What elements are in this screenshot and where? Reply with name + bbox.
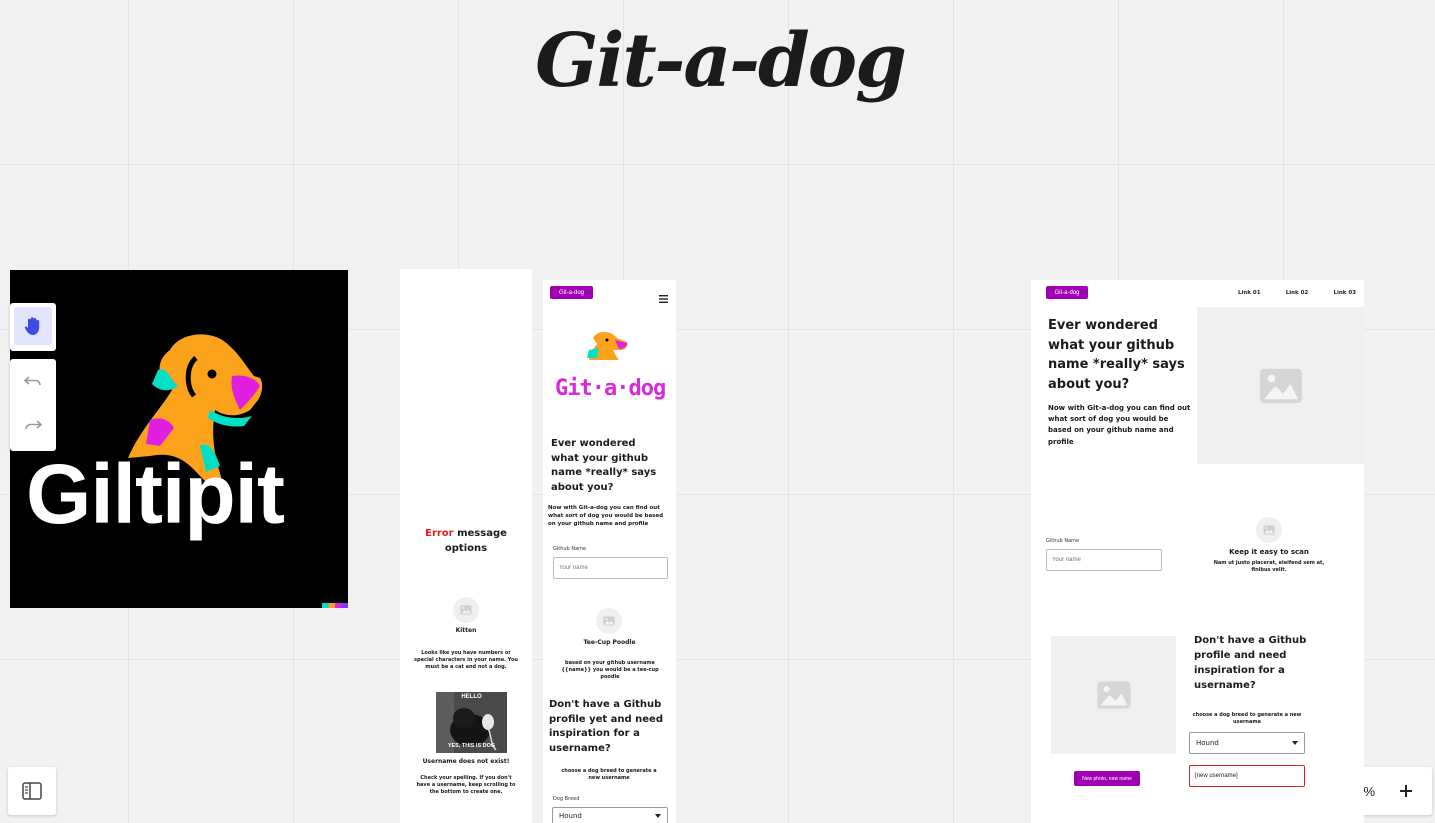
plus-icon bbox=[1400, 785, 1412, 797]
desktop-github-label: Github Name bbox=[1046, 538, 1080, 544]
history-toolbar bbox=[10, 359, 56, 451]
error-messages-frame[interactable]: Error message options Kitten Looks like … bbox=[400, 269, 532, 823]
desktop-no-profile-heading: Don't have a Github profile and need ins… bbox=[1194, 635, 1307, 691]
kitten-placeholder bbox=[453, 597, 479, 623]
board-title: Git-a-dog bbox=[535, 18, 907, 104]
desktop-breed-prompt: choose a dog breed to generate a new use… bbox=[1192, 712, 1302, 725]
image-placeholder-icon bbox=[460, 605, 472, 615]
sidebar-panel-icon bbox=[22, 782, 42, 800]
mobile-breed-select[interactable]: Hound bbox=[552, 807, 668, 823]
not-exist-title: Username does not exist! bbox=[422, 758, 510, 765]
desktop-brand-pill[interactable]: Git-a-dog bbox=[1046, 286, 1088, 299]
nav-link-01[interactable]: Link 01 bbox=[1238, 290, 1261, 296]
mobile-no-profile-heading: Don't have a Github profile yet and need… bbox=[549, 699, 663, 754]
desktop-breed-select[interactable]: Hound bbox=[1189, 732, 1305, 754]
zoom-in-button[interactable] bbox=[1388, 773, 1424, 809]
desktop-hero-heading: Ever wondered what your github name *rea… bbox=[1048, 318, 1185, 392]
hand-icon bbox=[24, 317, 40, 335]
dog-logo-graphic bbox=[128, 334, 263, 482]
chevron-down-icon bbox=[655, 814, 661, 818]
redo-icon bbox=[25, 420, 42, 430]
image-placeholder-icon bbox=[1097, 681, 1130, 709]
chevron-down-icon bbox=[1292, 741, 1298, 745]
feature-text: Nam ut justo placerat, eleifend sem at, … bbox=[1213, 560, 1325, 573]
hello-dog-photo: HELLO YES, THIS IS DOG bbox=[436, 692, 507, 753]
logo-card[interactable] bbox=[10, 270, 348, 608]
desktop-hero-image-placeholder bbox=[1197, 307, 1364, 464]
mobile-hero-subtext: Now with Git-a-dog you can find out what… bbox=[548, 505, 664, 527]
hamburger-menu-button[interactable] bbox=[659, 288, 668, 307]
poodle-placeholder bbox=[596, 608, 622, 634]
panel-toggle-button[interactable] bbox=[8, 767, 56, 815]
new-username-field[interactable]: [new username] bbox=[1189, 765, 1305, 787]
photo-top-caption: HELLO bbox=[461, 694, 482, 700]
photo-bottom-caption: YES, THIS IS DOG bbox=[447, 743, 496, 749]
mobile-logo-text: Git·a·dog bbox=[555, 376, 666, 401]
new-photo-new-name-button[interactable]: New photo, new name bbox=[1074, 771, 1140, 786]
desktop-new-photo-placeholder bbox=[1051, 636, 1176, 754]
error-heading-rest: message options bbox=[444, 528, 507, 554]
nav-link-02[interactable]: Link 02 bbox=[1286, 290, 1309, 296]
nav-link-03[interactable]: Link 03 bbox=[1333, 290, 1356, 296]
undo-button[interactable] bbox=[10, 359, 56, 403]
mobile-wireframe[interactable]: Git-a-dog Git·a·dog Ever wondered what y… bbox=[543, 280, 676, 823]
scan-feature-placeholder bbox=[1256, 517, 1282, 543]
mobile-breed-label: Dog Breed bbox=[553, 796, 580, 802]
kitten-label: Kitten bbox=[455, 627, 477, 634]
desktop-wireframe[interactable]: Git-a-dog Link 01 Link 02 Link 03 Ever w… bbox=[1031, 280, 1364, 823]
logo-wordmark: Giltipit bbox=[26, 447, 285, 541]
error-word: Error bbox=[425, 528, 454, 539]
image-placeholder-icon bbox=[603, 616, 615, 626]
mobile-github-label: Github Name bbox=[553, 546, 587, 552]
mobile-hero-heading: Ever wondered what your github name *rea… bbox=[551, 438, 657, 493]
pixel-strip bbox=[322, 603, 348, 608]
desktop-hero-subtext: Now with Git-a-dog you can find out what… bbox=[1048, 404, 1191, 446]
kitten-message: Looks like you have numbers or special c… bbox=[414, 650, 518, 670]
desktop-github-name-input[interactable] bbox=[1046, 549, 1162, 571]
mobile-dog-logo bbox=[587, 332, 628, 360]
hamburger-icon bbox=[659, 295, 668, 303]
redo-button[interactable] bbox=[10, 403, 56, 447]
feature-title: Keep it easy to scan bbox=[1229, 548, 1309, 556]
hand-tool-button[interactable] bbox=[14, 307, 52, 345]
result-text: based on your github username {{name}} y… bbox=[561, 660, 659, 680]
error-options-heading: Error message options bbox=[410, 527, 522, 556]
mobile-breed-value: Hound bbox=[559, 812, 582, 820]
mobile-brand-pill[interactable]: Git-a-dog bbox=[550, 286, 593, 299]
image-placeholder-icon bbox=[1263, 525, 1275, 535]
mobile-breed-prompt: choose a dog breed to generate a new use… bbox=[561, 768, 657, 781]
desktop-nav: Link 01 Link 02 Link 03 bbox=[1238, 290, 1356, 296]
undo-icon bbox=[24, 376, 41, 386]
result-title: Tee-Cup Poodle bbox=[583, 639, 636, 646]
desktop-breed-value: Hound bbox=[1196, 739, 1219, 747]
image-placeholder-icon bbox=[1259, 368, 1302, 403]
mobile-github-name-input[interactable] bbox=[553, 557, 668, 579]
not-exist-message: Check your spelling. If you don't have a… bbox=[416, 775, 516, 795]
hand-tool-group bbox=[10, 303, 56, 351]
